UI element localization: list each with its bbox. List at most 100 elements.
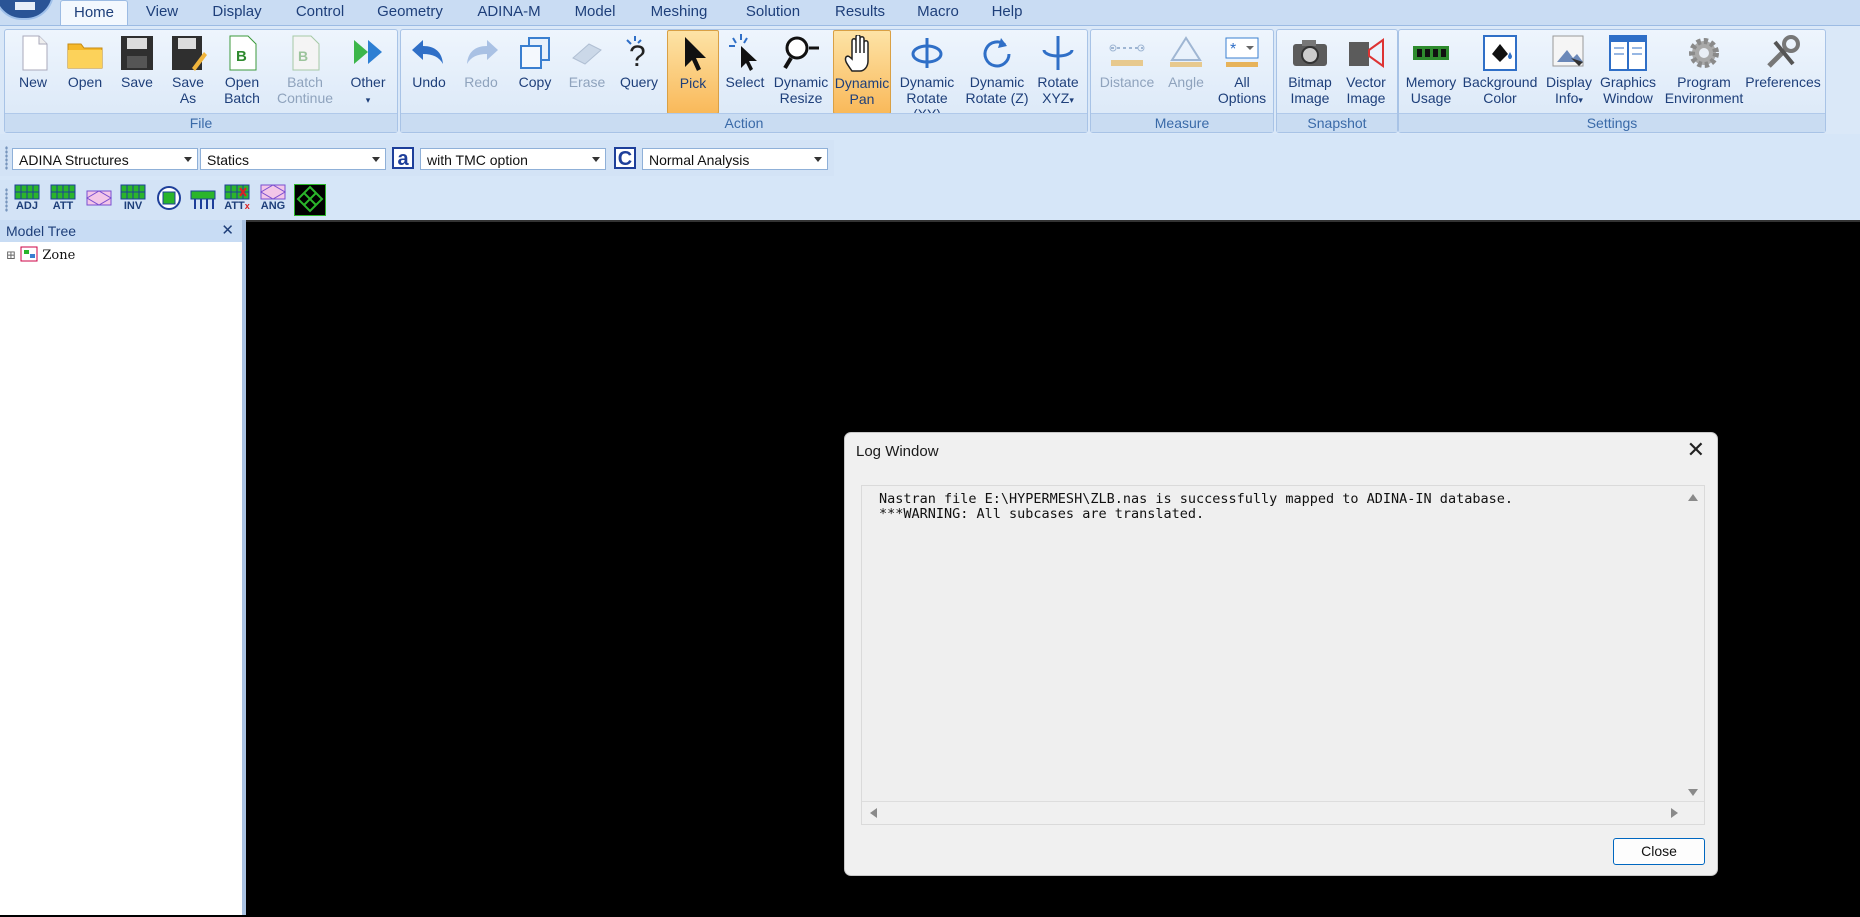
analysis-type-select[interactable]: Statics (200, 148, 386, 170)
redo-label: Redo (464, 74, 498, 90)
tab-results[interactable]: Results (834, 0, 886, 25)
erase-button[interactable]: Erase (565, 30, 609, 112)
distance-button[interactable]: Distance (1097, 30, 1157, 112)
open-batch-icon: B (229, 35, 257, 71)
tab-macro[interactable]: Macro (916, 0, 960, 25)
batch-continue-label-2: Continue (276, 90, 334, 106)
toolbar-grip[interactable] (5, 146, 8, 170)
tab-model[interactable]: Model (570, 0, 620, 25)
element-quality-button[interactable] (294, 184, 326, 216)
attx-button[interactable]: ATTx (222, 184, 252, 216)
mesh-grid-icon (50, 184, 76, 200)
open-batch-button[interactable]: B Open Batch (219, 30, 265, 112)
program-environment-button[interactable]: Program Environment (1663, 30, 1745, 112)
scroll-up-icon[interactable] (1688, 494, 1698, 501)
rotate-xyz-label-1: Rotate (1037, 74, 1079, 90)
svg-text:B: B (298, 48, 308, 64)
save-button[interactable]: Save (115, 30, 159, 112)
analysis-mode-icon[interactable]: C (614, 147, 636, 169)
tmc-icon[interactable]: a (392, 147, 414, 169)
group-settings: Memory Usage Background Color Display In… (1398, 29, 1826, 133)
other-button[interactable]: Other ▾ (343, 30, 393, 112)
expand-icon[interactable]: ⊞ (6, 248, 16, 262)
close-button[interactable]: Close (1613, 838, 1705, 865)
preferences-label: Preferences (1745, 74, 1821, 90)
rotate-xyz-icon (1042, 36, 1074, 70)
dynamic-pan-label-2: Pan (849, 91, 875, 107)
batch-continue-button[interactable]: B Batch Continue (273, 30, 337, 112)
bitmap-image-button[interactable]: Bitmap Image (1283, 30, 1337, 112)
tab-help[interactable]: Help (990, 0, 1024, 25)
analysis-mode-select[interactable]: Normal Analysis (642, 148, 828, 170)
redo-button[interactable]: Redo (459, 30, 503, 112)
rotate-xyz-button[interactable]: Rotate XYZ▾ (1033, 30, 1083, 112)
chevron-down-icon (589, 152, 603, 166)
angle-label: Angle (1168, 74, 1204, 90)
circle-mesh-button[interactable] (154, 184, 184, 216)
memory-chip-icon (1413, 46, 1449, 60)
vertical-scrollbar[interactable] (1682, 486, 1704, 802)
display-info-icon (1552, 35, 1584, 67)
element-quality-icon (296, 185, 324, 213)
adj-button[interactable]: ADJ (12, 184, 42, 216)
tree-node-zone[interactable]: ⊞ Zone (6, 246, 75, 263)
all-options-label-1: All (1234, 74, 1250, 90)
column-mesh-button[interactable] (188, 184, 218, 216)
dynamic-rotate-z-button[interactable]: Dynamic Rotate (Z) (965, 30, 1029, 112)
tab-geometry[interactable]: Geometry (375, 0, 445, 25)
dynamic-rotate-z-label-2: Rotate (Z) (965, 90, 1029, 106)
inv-button[interactable]: INV (118, 184, 148, 216)
scroll-right-icon[interactable] (1671, 808, 1678, 818)
program-select[interactable]: ADINA Structures (12, 148, 198, 170)
scroll-down-icon[interactable] (1688, 789, 1698, 796)
att-button[interactable]: ATT (48, 184, 78, 216)
dynamic-rotate-xy-button[interactable]: Dynamic Rotate (XY) (895, 30, 959, 122)
background-color-button[interactable]: Background Color (1459, 30, 1541, 112)
pick-button[interactable]: Pick (667, 30, 719, 114)
undo-button[interactable]: Undo (407, 30, 451, 112)
program-label-2: Environment (1664, 90, 1744, 106)
memory-usage-button[interactable]: Memory Usage (1403, 30, 1459, 112)
ang-button[interactable]: ANG (258, 184, 288, 216)
group-snapshot-label: Snapshot (1277, 113, 1397, 132)
tmc-select[interactable]: with TMC option (420, 148, 606, 170)
query-button[interactable]: ? Query (617, 30, 661, 112)
new-button[interactable]: New (11, 30, 55, 112)
horizontal-scrollbar[interactable] (862, 801, 1704, 824)
application-button[interactable] (0, 0, 54, 20)
toolbar-grip[interactable] (5, 188, 8, 212)
tab-control[interactable]: Control (290, 0, 350, 25)
angle-button[interactable]: Angle (1161, 30, 1211, 112)
mesh-grid-icon (120, 184, 146, 200)
save-as-button[interactable]: Save As (165, 30, 211, 112)
scroll-left-icon[interactable] (870, 808, 877, 818)
tab-view[interactable]: View (140, 0, 184, 25)
tab-adina-m[interactable]: ADINA-M (475, 0, 543, 25)
close-icon[interactable]: ✕ (221, 220, 234, 242)
display-info-button[interactable]: Display Info▾ (1541, 30, 1597, 112)
background-label-1: Background (1462, 74, 1538, 90)
tab-home[interactable]: Home (60, 0, 128, 26)
preferences-button[interactable]: Preferences (1745, 30, 1821, 112)
tab-solution[interactable]: Solution (742, 0, 804, 25)
dynamic-pan-button[interactable]: Dynamic Pan (833, 30, 891, 114)
redo-icon (467, 40, 498, 64)
undo-label: Undo (412, 74, 446, 90)
graphics-window-button[interactable]: Graphics Window (1597, 30, 1659, 112)
copy-button[interactable]: Copy (513, 30, 557, 112)
rotate-xy-icon (911, 38, 943, 68)
all-options-button[interactable]: * All Options (1215, 30, 1269, 112)
mesh-grid-icon (14, 184, 40, 200)
tab-meshing[interactable]: Meshing (648, 0, 710, 25)
magnifier-zoom-icon (783, 36, 819, 70)
log-line: Nastran file E:\HYPERMESH\ZLB.nas is suc… (879, 491, 1513, 507)
vector-image-button[interactable]: Vector Image (1339, 30, 1393, 112)
tab-display[interactable]: Display (207, 0, 267, 25)
close-icon[interactable]: ✕ (1687, 437, 1705, 463)
open-button[interactable]: Open (63, 30, 107, 112)
log-text-area[interactable]: Nastran file E:\HYPERMESH\ZLB.nas is suc… (861, 485, 1705, 825)
dynamic-resize-button[interactable]: Dynamic Resize (773, 30, 829, 112)
program-toolbar: ADINA Structures Statics a with TMC opti… (0, 140, 834, 176)
select-button[interactable]: Select (723, 30, 767, 112)
mesh-hatch-button[interactable] (84, 184, 114, 216)
